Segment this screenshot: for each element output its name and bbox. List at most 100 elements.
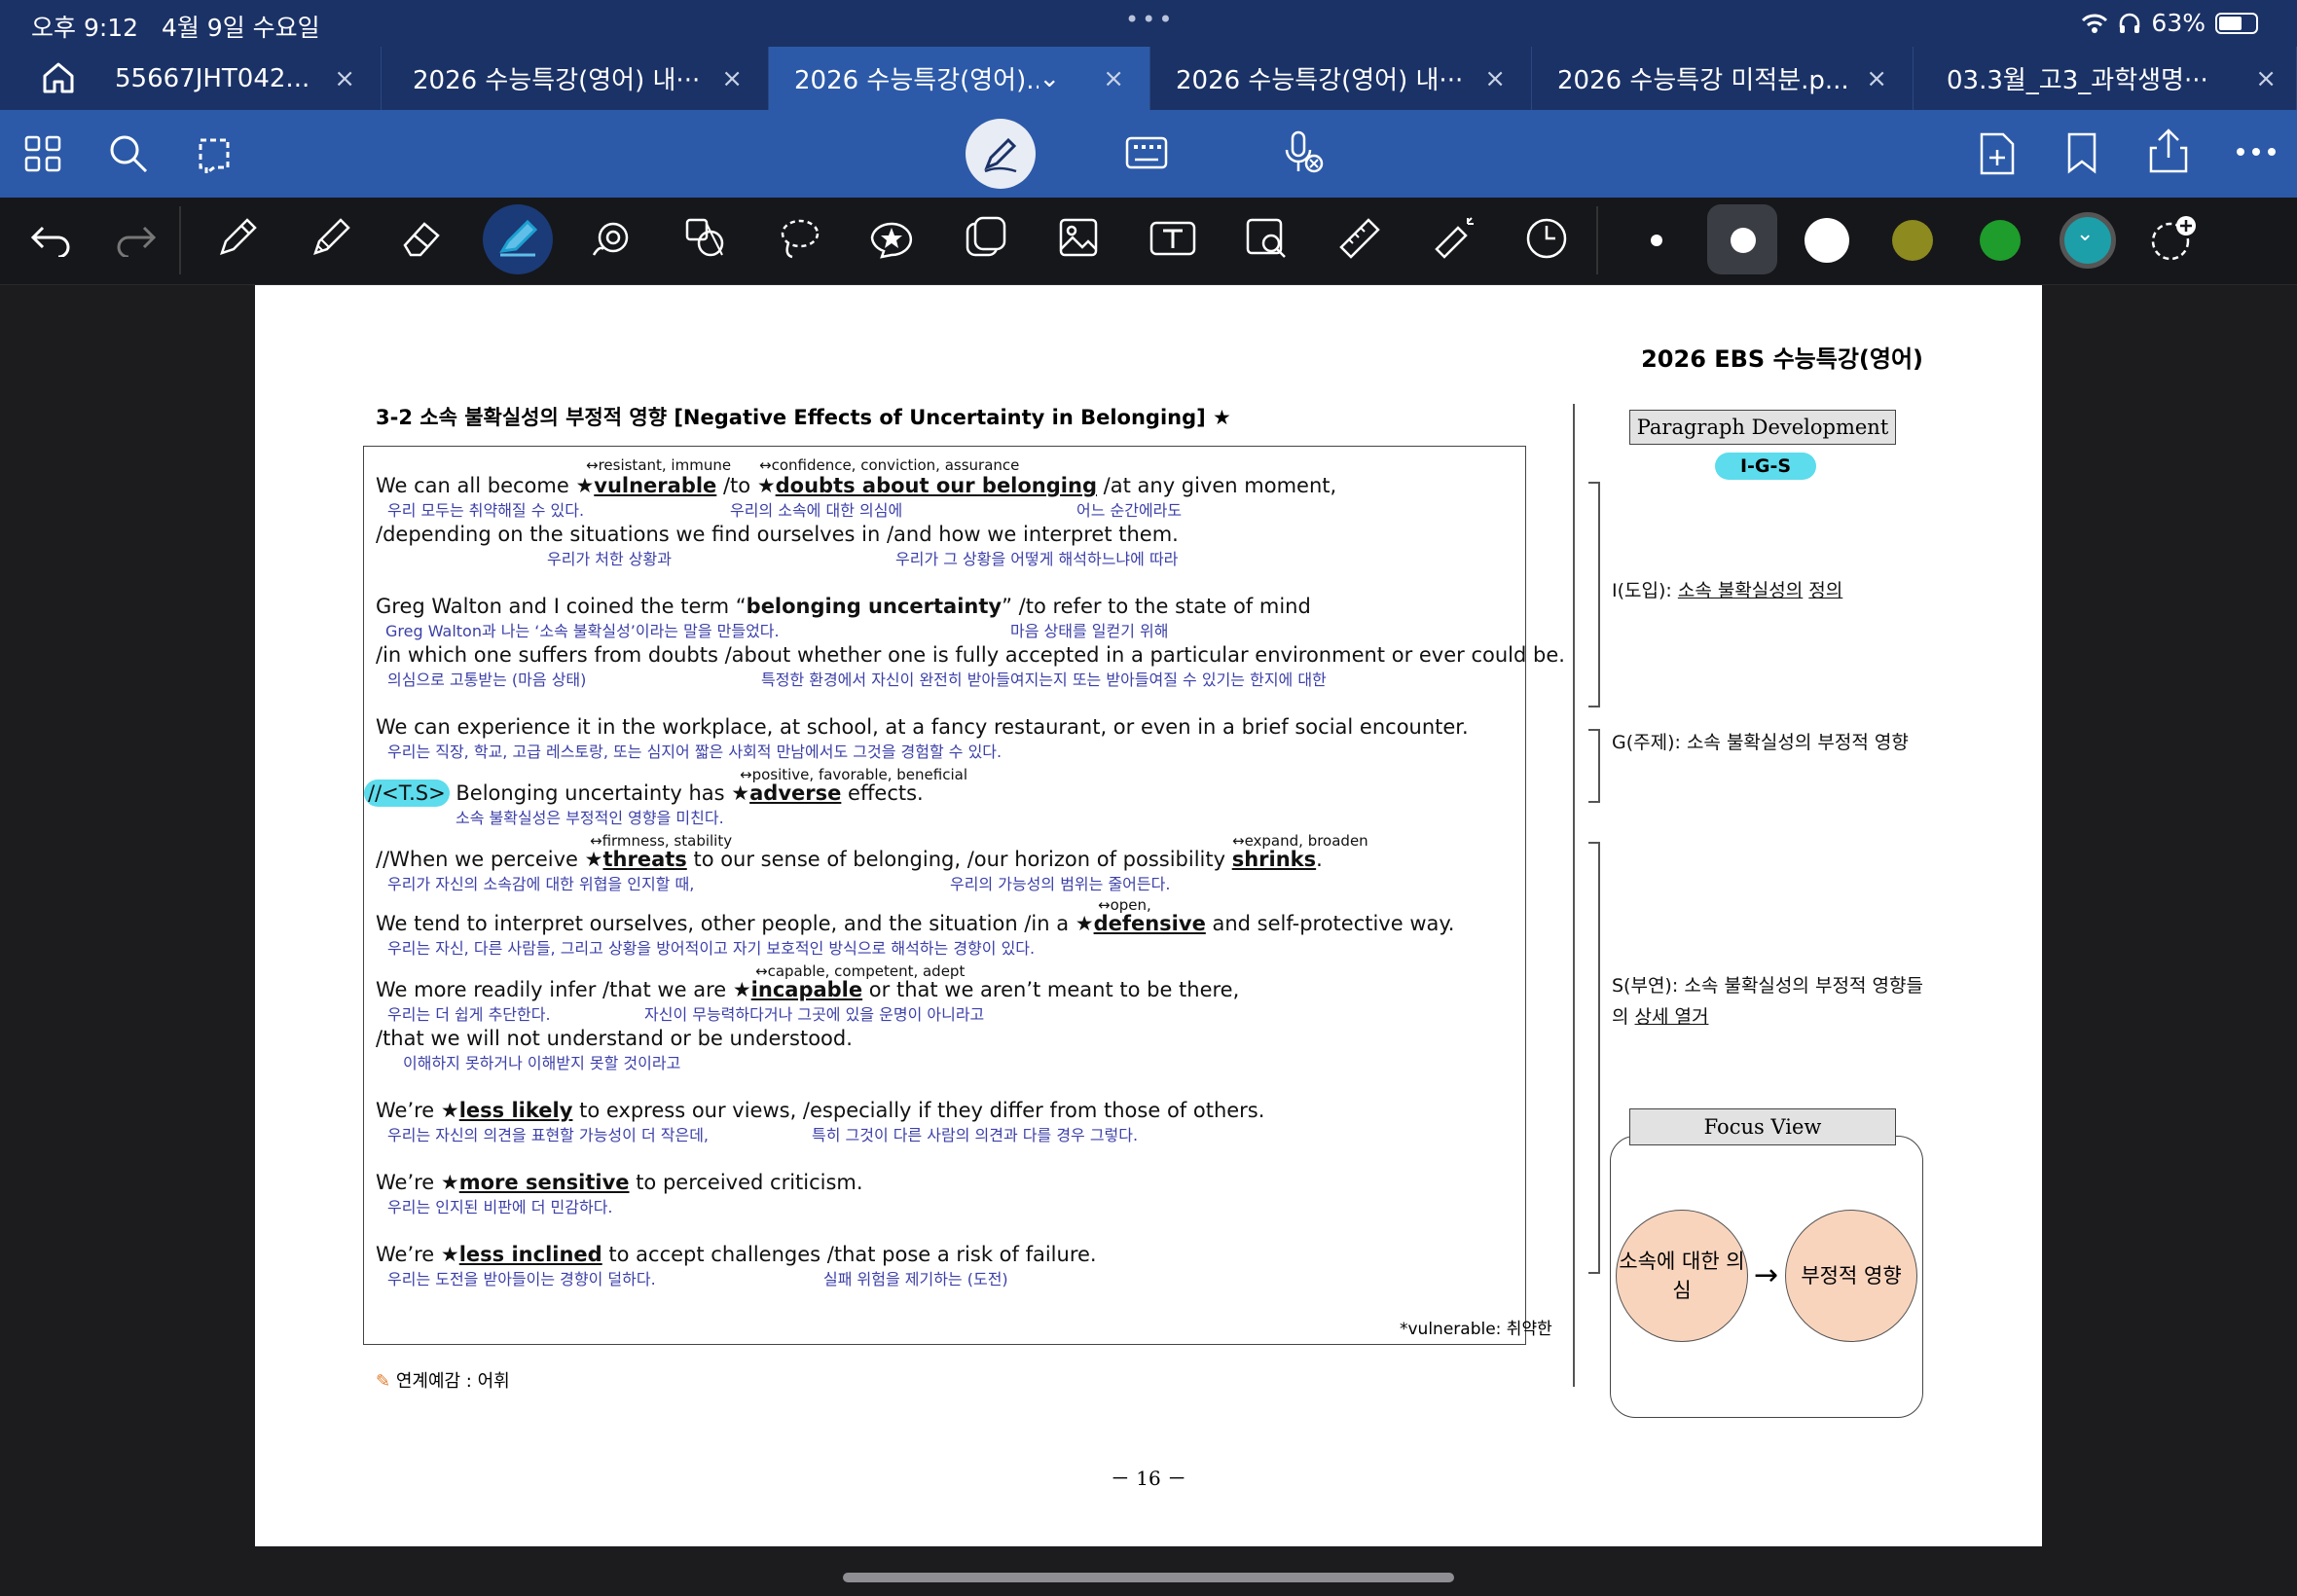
lasso-icon[interactable] <box>777 216 821 261</box>
tab-3-active[interactable]: 2026 수능특강(영어)... ⌄ × <box>769 47 1150 110</box>
headphones-icon <box>2120 13 2140 33</box>
home-icon[interactable] <box>39 58 78 97</box>
battery-icon <box>2215 12 2258 34</box>
topic-sentence-marker: //<T.S> <box>364 780 450 807</box>
section-title: 3-2 소속 불확실성의 부정적 영향 [Negative Effects of… <box>376 406 1231 429</box>
tab-close-icon[interactable]: × <box>1103 64 1124 93</box>
translation: 어느 순간에라도 <box>1076 501 1183 520</box>
color-green[interactable] <box>1980 220 2021 261</box>
passage-line: We can experience it in the workplace, a… <box>376 715 1469 739</box>
add-color-icon[interactable] <box>2149 214 2198 263</box>
translation: 우리가 그 상황을 어떻게 해석하느냐에 따라 <box>895 550 1179 568</box>
battery-percent: 63% <box>2151 9 2206 37</box>
side-intro: I(도입): 소속 불확실성의 정의 <box>1612 580 1843 601</box>
laser-pointer-icon[interactable] <box>1431 214 1477 261</box>
pdf-page[interactable]: 2026 EBS 수능특강(영어) 3-2 소속 불확실성의 부정적 영향 [N… <box>255 285 2042 1546</box>
passage-line: //When we perceive ★threats to our sense… <box>376 848 1323 871</box>
translation: 우리는 자신의 의견을 표현할 가능성이 더 작은데, <box>387 1126 710 1144</box>
fountain-pen-icon[interactable] <box>216 216 259 259</box>
pen-icon <box>984 137 1017 173</box>
shapes-icon[interactable] <box>683 216 728 261</box>
footer-note: ✎ 연계예감 : 어휘 <box>376 1371 510 1392</box>
pencil-icon[interactable] <box>310 216 352 259</box>
side-support: S(부연): 소속 불확실성의 부정적 영향들의 상세 열거 <box>1612 975 1923 1028</box>
redo-icon[interactable] <box>115 222 158 257</box>
tab-2[interactable]: 2026 수능특강(영어) 내··· × <box>387 47 769 110</box>
bookmark-select-icon[interactable] <box>191 130 237 177</box>
text-box-icon[interactable] <box>1148 220 1197 257</box>
status-date: 4월 9일 수요일 <box>161 14 320 42</box>
thickness-medium[interactable] <box>1731 228 1756 253</box>
antonym-note: ↔resistant, immune <box>586 456 732 474</box>
color-teal-selected[interactable]: ⌄ <box>2060 212 2116 269</box>
toolbar-separator <box>1596 206 1598 274</box>
tab-close-icon[interactable]: × <box>1484 64 1506 93</box>
color-olive[interactable] <box>1892 220 1933 261</box>
translation: 마음 상태를 일컫기 위해 <box>1010 622 1169 640</box>
page-header: 2026 EBS 수능특강(영어) <box>1641 345 1923 373</box>
focus-cause-circle: 소속에 대한 의심 <box>1616 1210 1748 1342</box>
translation: 실패 위험을 제기하는 (도전) <box>823 1270 1008 1288</box>
highlighter-icon <box>499 219 538 257</box>
share-icon[interactable] <box>2147 127 2190 175</box>
status-time: 오후 9:12 4월 9일 수요일 <box>31 14 320 42</box>
tab-1[interactable]: 55667JHT042... × <box>115 47 382 110</box>
translation: Greg Walton과 나는 ‘소속 불확실성’이라는 말을 만들었다. <box>385 622 780 640</box>
translation: 우리의 가능성의 범위는 줄어든다. <box>950 875 1171 893</box>
ruler-icon[interactable] <box>1337 216 1382 261</box>
home-indicator[interactable] <box>843 1573 1454 1582</box>
color-white[interactable] <box>1805 218 1849 263</box>
translation: 소속 불확실성은 부정적인 영향을 미친다. <box>456 809 724 827</box>
tab-bar: 55667JHT042... × 2026 수능특강(영어) 내··· × 2026… <box>0 47 2297 110</box>
translation: 우리의 소속에 대한 의심에 <box>730 501 903 520</box>
image-icon[interactable] <box>1057 216 1100 259</box>
grid-view-icon[interactable] <box>23 134 62 173</box>
translation: 자신이 무능력하다거나 그곳에 있을 운명이 아니라고 <box>644 1005 985 1024</box>
passage-line: /depending on the situations we find our… <box>376 523 1179 546</box>
more-options-icon[interactable] <box>2235 146 2278 158</box>
microphone-off-icon[interactable] <box>1281 128 1324 175</box>
tab-close-icon[interactable]: × <box>334 64 355 93</box>
side-gist: G(주제): 소속 불확실성의 부정적 영향 <box>1612 732 1909 753</box>
passage-line: We tend to interpret ourselves, other pe… <box>376 912 1455 935</box>
tab-close-icon[interactable]: × <box>721 64 743 93</box>
clock-icon[interactable] <box>1524 216 1569 261</box>
translation: 특히 그것이 다른 사람의 의견과 다를 경우 그렇다. <box>812 1126 1139 1144</box>
keyboard-icon[interactable] <box>1125 136 1168 169</box>
shape-recognition-icon[interactable] <box>590 218 635 259</box>
tab-close-icon[interactable]: × <box>1866 64 1887 93</box>
bracket <box>1588 482 1600 707</box>
bookmark-icon[interactable] <box>2065 130 2098 175</box>
pen-mode-button[interactable] <box>966 119 1036 189</box>
igs-label: I-G-S <box>1715 453 1816 480</box>
tab-6[interactable]: 03.3월_고3_과학생명··· × <box>1914 47 2297 110</box>
multitasking-dots-icon[interactable]: ••• <box>1125 6 1175 33</box>
antonym-note: ↔confidence, conviction, assurance <box>759 456 1020 474</box>
chevron-down-icon: ⌄ <box>2076 222 2095 246</box>
passage-line: /that we will not understand or be under… <box>376 1027 853 1050</box>
chevron-down-icon[interactable]: ⌄ <box>1039 64 1060 93</box>
add-page-icon[interactable] <box>1978 130 2017 177</box>
translation: 우리 모두는 취약해질 수 있다. <box>387 501 585 520</box>
thickness-small[interactable] <box>1651 235 1662 246</box>
eraser-icon[interactable] <box>401 216 444 259</box>
tab-4[interactable]: 2026 수능특강(영어) 내··· × <box>1150 47 1532 110</box>
translation: 우리가 처한 상황과 <box>547 550 672 568</box>
page-number: － 16 － <box>1110 1467 1187 1490</box>
translation: 우리는 더 쉽게 추단한다. <box>387 1005 551 1024</box>
pencil-icon: ✎ <box>376 1371 391 1392</box>
passage-line: /in which one suffers from doubts /about… <box>376 643 1565 667</box>
translation: 우리는 직장, 학교, 고급 레스토랑, 또는 심지어 짧은 사회적 만남에서도… <box>387 743 1003 761</box>
tab-close-icon[interactable]: × <box>2255 64 2277 93</box>
search-icon[interactable] <box>107 132 150 175</box>
image-zoom-icon[interactable] <box>1244 216 1289 261</box>
passage-line: We more readily infer /that we are ★inca… <box>376 978 1240 1001</box>
status-right: 63% <box>2081 9 2258 37</box>
sticker-icon[interactable] <box>868 218 915 259</box>
undo-icon[interactable] <box>29 222 72 257</box>
elements-icon[interactable] <box>964 216 1006 259</box>
vocab-note: *vulnerable: 취약한 <box>1400 1320 1552 1339</box>
translation: 우리는 인지된 비판에 더 민감하다. <box>387 1198 613 1216</box>
passage-line: We can all become ★vulnerable /to ★doubt… <box>376 474 1337 497</box>
tab-5[interactable]: 2026 수능특강 미적분.p... × <box>1532 47 1914 110</box>
